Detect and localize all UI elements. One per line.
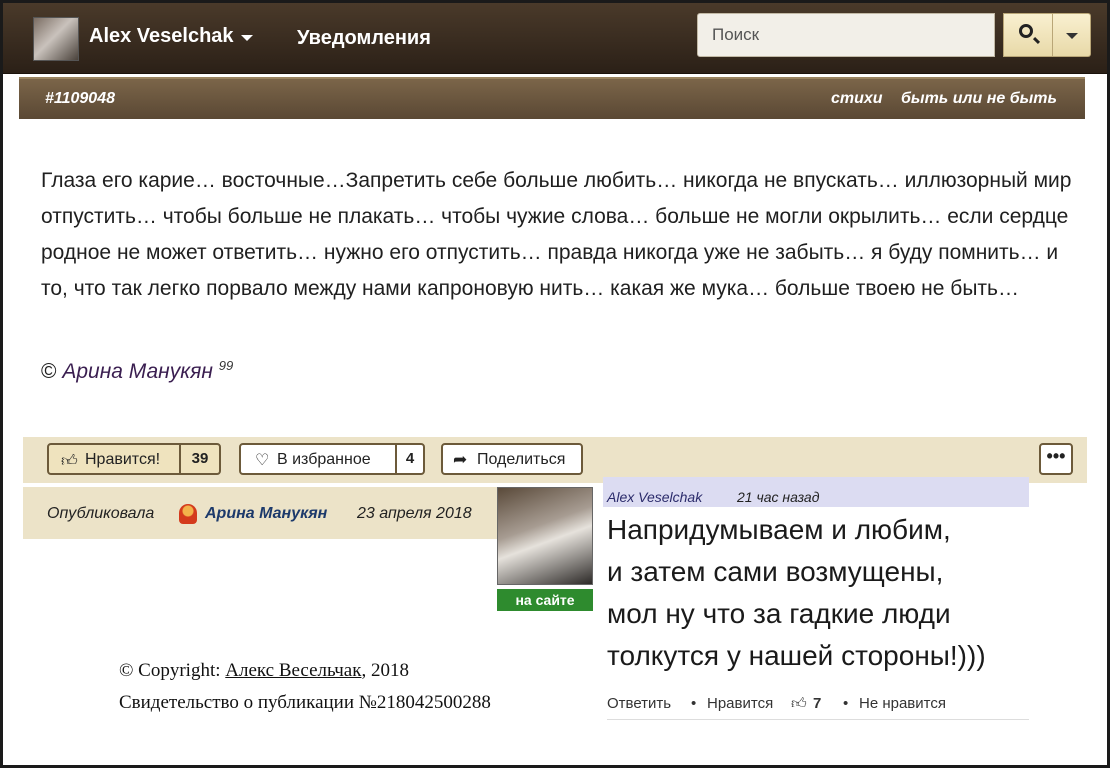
published-label: Опубликовала: [47, 505, 155, 522]
separator-dot: •: [691, 695, 697, 712]
user-menu-name[interactable]: Alex Veselchak: [89, 25, 234, 48]
post-tags: стихи быть или не быть: [817, 90, 1057, 108]
separator-dot: •: [843, 695, 849, 712]
thumbs-up-icon[interactable]: 👍︎: [791, 695, 807, 713]
published-author-link[interactable]: Арина Манукян: [205, 505, 327, 523]
like-count: 39: [179, 445, 219, 473]
post-signature: © Арина Манукян 99: [41, 358, 233, 384]
comment-line: и затем сами возмущены,: [607, 556, 944, 587]
like-button[interactable]: 👍︎ Нравится! 39: [47, 443, 221, 475]
comment-text: Напридумываем и любим, и затем сами возм…: [607, 509, 1087, 677]
post-id[interactable]: #1109048: [45, 90, 115, 108]
post-text: Глаза его карие… восточные…Запретить себ…: [41, 169, 1072, 300]
copyright-line: © Copyright: Алекс Весельчак, 2018: [119, 655, 491, 687]
author-icon: [179, 504, 197, 524]
publication-certificate[interactable]: Свидетельство о публикации №218042500288: [119, 687, 491, 719]
search-button[interactable]: [1003, 13, 1053, 57]
copyright-author-link[interactable]: Алекс Весельчак: [225, 660, 361, 681]
thumbs-up-icon: 👍︎: [61, 453, 78, 470]
share-label: Поделиться: [477, 451, 566, 468]
tag-link[interactable]: быть или не быть: [901, 90, 1057, 107]
chevron-down-icon: [1066, 33, 1078, 39]
comment-like-count: 7: [813, 695, 822, 712]
published-info: Опубликовала Арина Манукян 23 апреля 201…: [23, 487, 503, 539]
favorite-count: 4: [395, 445, 423, 473]
heart-icon: ♡: [255, 452, 270, 469]
comment-like-link[interactable]: Нравится: [707, 695, 773, 712]
copyright-prefix: © Copyright:: [119, 660, 226, 681]
top-navbar: Alex Veselchak Уведомления: [3, 3, 1107, 74]
tag-link[interactable]: стихи: [831, 90, 883, 107]
comment-avatar[interactable]: [497, 487, 593, 585]
caret-down-icon[interactable]: [241, 35, 253, 41]
search-input[interactable]: [697, 13, 995, 57]
comment-line: мол ну что за гадкие люди: [607, 598, 951, 629]
signature-superscript: 99: [218, 358, 234, 373]
favorite-button[interactable]: ♡ В избранное 4: [239, 443, 425, 475]
copyright-symbol: ©: [41, 360, 57, 383]
notifications-link[interactable]: Уведомления: [297, 27, 431, 50]
search-icon: [1019, 24, 1033, 38]
like-label: Нравится!: [85, 451, 161, 468]
user-avatar[interactable]: [33, 17, 79, 61]
comment-timestamp: 21 час назад: [737, 489, 820, 505]
share-arrow-icon: ➦: [453, 450, 468, 469]
more-options-button[interactable]: •••: [1039, 443, 1073, 475]
favorite-label: В избранное: [277, 451, 371, 468]
comment-author-link[interactable]: Alex Veselchak: [607, 489, 702, 505]
comment-line: толкутся у нашей стороны!))): [607, 640, 986, 671]
post-header-bar: #1109048 стихи быть или не быть: [19, 77, 1085, 119]
comment-line: Напридумываем и любим,: [607, 514, 951, 545]
reply-link[interactable]: Ответить: [607, 695, 671, 712]
search-options-button[interactable]: [1053, 13, 1091, 57]
copyright-year: , 2018: [361, 660, 409, 681]
comment-header: Alex Veselchak 21 час назад: [603, 477, 1029, 507]
copyright-block: © Copyright: Алекс Весельчак, 2018 Свиде…: [119, 655, 491, 719]
comment-actions: Ответить • Нравится 👍︎ 7 • Не нравится: [607, 693, 1029, 720]
signature-author[interactable]: Арина Манукян: [62, 360, 213, 383]
online-status-badge: на сайте: [497, 589, 593, 611]
comment-dislike-link[interactable]: Не нравится: [859, 695, 946, 712]
published-date: 23 апреля 2018: [357, 505, 472, 522]
share-button[interactable]: ➦ Поделиться: [441, 443, 583, 475]
screenshot-frame: Alex Veselchak Уведомления #1109048 стих…: [0, 0, 1110, 768]
